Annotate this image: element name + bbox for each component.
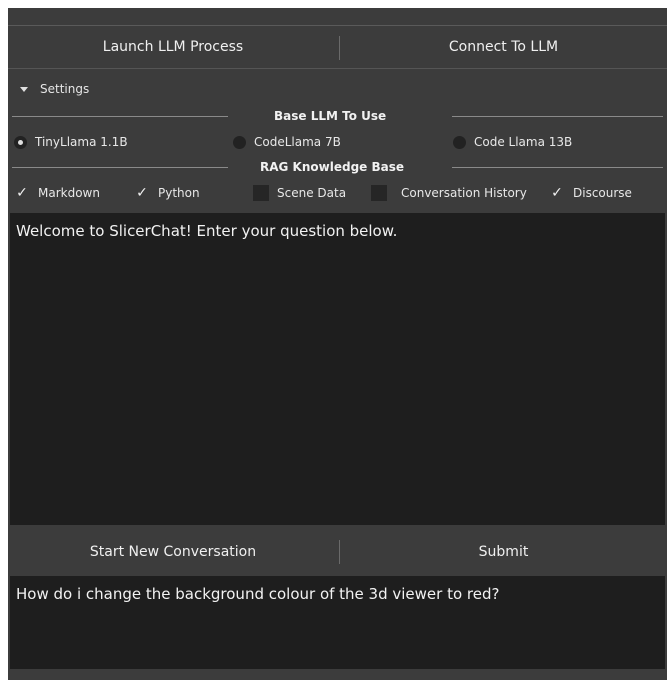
empty-checkbox-icon: [371, 185, 387, 201]
llm-group-line-right: [452, 116, 663, 117]
checkbox-scene-data-label: Scene Data: [277, 186, 347, 200]
radio-codellama-7b[interactable]: CodeLlama 7B: [233, 135, 341, 149]
launch-llm-process-button[interactable]: Launch LLM Process: [8, 26, 338, 68]
slicerchat-panel: Launch LLM Process Connect To LLM Settin…: [8, 8, 667, 680]
question-input-field[interactable]: How do i change the background colour of…: [10, 576, 665, 669]
radio-button-icon: [453, 135, 466, 149]
connect-to-llm-button[interactable]: Connect To LLM: [340, 26, 667, 68]
triangle-down-icon: [20, 87, 28, 92]
radio-button-icon: [14, 135, 27, 149]
start-new-conversation-button[interactable]: Start New Conversation: [8, 528, 338, 576]
radio-codellama-13b-label: Code Llama 13B: [474, 135, 573, 149]
radio-button-icon: [233, 135, 246, 149]
checkbox-scene-data[interactable]: Scene Data: [253, 185, 346, 201]
checkbox-discourse-label: Discourse: [573, 186, 632, 200]
radio-codellama-7b-label: CodeLlama 7B: [254, 135, 341, 149]
settings-label: Settings: [40, 82, 90, 96]
radio-tinyllama[interactable]: TinyLlama 1.1B: [14, 135, 128, 149]
checkmark-icon: ✓: [551, 185, 563, 201]
checkbox-python-label: Python: [158, 186, 200, 200]
rag-group-line-left: [12, 167, 228, 168]
rag-group-title: RAG Knowledge Base: [260, 160, 404, 174]
radio-tinyllama-label: TinyLlama 1.1B: [35, 135, 128, 149]
llm-process-toolbar: Launch LLM Process Connect To LLM: [8, 26, 667, 69]
empty-checkbox-icon: [253, 185, 269, 201]
chat-output-area[interactable]: Welcome to SlicerChat! Enter your questi…: [10, 213, 665, 525]
checkbox-markdown[interactable]: ✓ Markdown: [14, 185, 100, 201]
conversation-toolbar: Start New Conversation Submit: [8, 528, 667, 576]
radio-codellama-13b[interactable]: Code Llama 13B: [453, 135, 572, 149]
checkbox-python[interactable]: ✓ Python: [134, 185, 200, 201]
llm-group-line-left: [12, 116, 228, 117]
checkmark-icon: ✓: [16, 185, 28, 201]
checkmark-icon: ✓: [136, 185, 148, 201]
top-strip: [8, 8, 667, 26]
checkbox-conversation-history-label: Conversation History: [401, 186, 527, 200]
rag-group-line-right: [452, 167, 663, 168]
llm-group-title: Base LLM To Use: [274, 109, 387, 123]
submit-button[interactable]: Submit: [340, 528, 667, 576]
checkbox-markdown-label: Markdown: [38, 186, 100, 200]
checkbox-discourse[interactable]: ✓ Discourse: [549, 185, 632, 201]
checkbox-conversation-history[interactable]: Conversation History: [371, 185, 527, 201]
settings-collapsible-header[interactable]: Settings: [8, 70, 667, 96]
